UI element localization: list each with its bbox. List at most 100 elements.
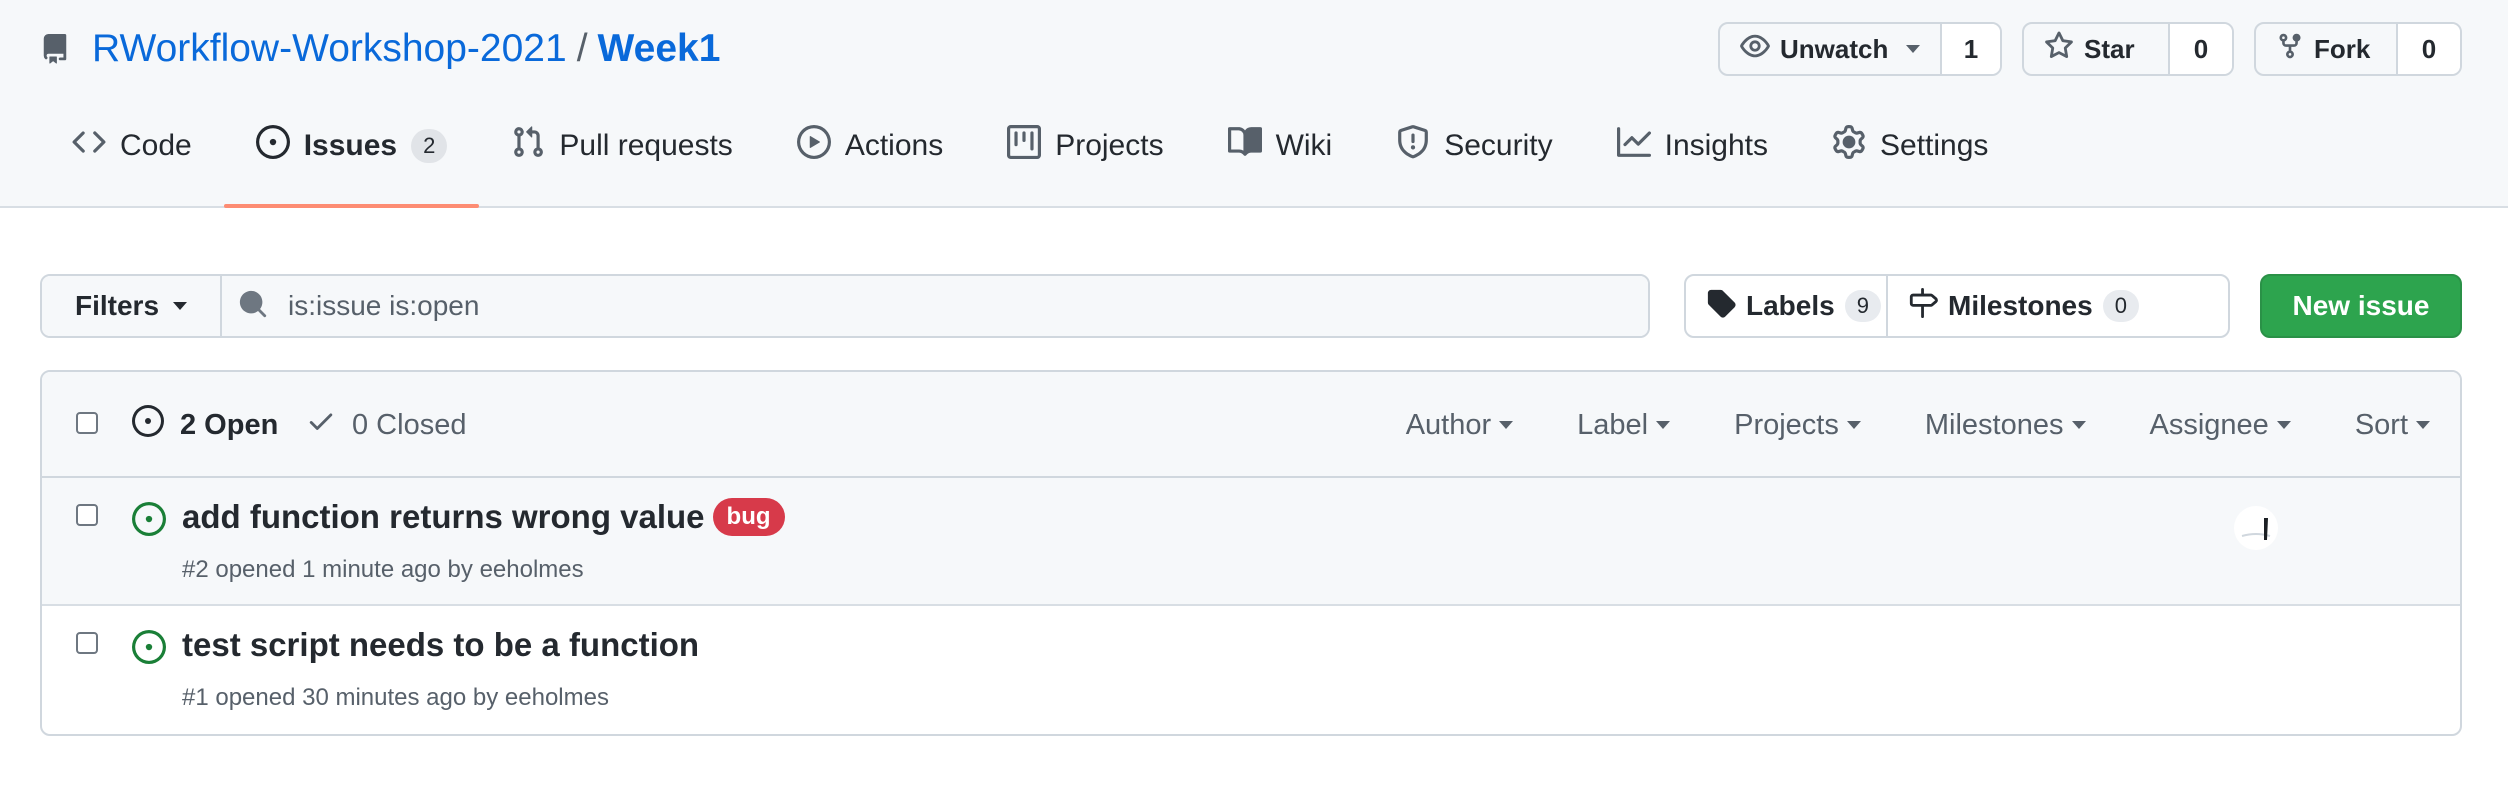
issue-checkbox[interactable]	[76, 632, 98, 654]
tab-settings[interactable]: Settings	[1800, 86, 2020, 206]
repo-header: RWorkflow-Workshop-2021 / Week1 Unwatch …	[0, 0, 2508, 208]
issue-title-row: add function returns wrong value bug	[182, 498, 785, 536]
new-issue-button[interactable]: New issue	[2260, 274, 2462, 338]
tab-label: Pull requests	[559, 129, 733, 162]
repo-title: RWorkflow-Workshop-2021 / Week1	[40, 20, 720, 78]
bug-label[interactable]: bug	[712, 498, 785, 536]
issue-open-icon	[132, 405, 164, 445]
repo-nav-tabs: Code Issues 2 Pull requests Actions Proj…	[40, 86, 2020, 208]
repo-separator: /	[576, 27, 588, 70]
watchers-count[interactable]: 1	[1942, 24, 2000, 74]
check-icon	[306, 406, 336, 444]
chevron-down-icon	[173, 302, 188, 310]
issues-filter-bar: Filters Labels 9 Milestones 0 New issue	[40, 274, 2462, 338]
assignee-filter[interactable]: Assignee	[2150, 409, 2291, 442]
issues-count-badge: 2	[411, 129, 448, 163]
label-filter[interactable]: Label	[1577, 408, 1671, 442]
tab-pull-requests[interactable]: Pull requests	[479, 86, 764, 206]
select-all-checkbox[interactable]	[76, 412, 98, 434]
unwatch-button[interactable]: Unwatch	[1720, 24, 1942, 74]
issue-open-icon	[255, 125, 290, 167]
labels-label: Labels	[1746, 290, 1835, 321]
eye-icon	[1740, 31, 1770, 68]
tab-code[interactable]: Code	[40, 86, 224, 206]
filters-dropdown-button[interactable]: Filters	[42, 276, 222, 336]
star-group: Star 0	[2022, 22, 2234, 76]
play-icon	[796, 125, 831, 167]
search-icon	[238, 289, 268, 324]
author-filter[interactable]: Author	[1405, 408, 1514, 442]
search-input[interactable]	[286, 289, 1490, 323]
filter-label: Author	[1405, 408, 1492, 441]
labels-button[interactable]: Labels 9	[1686, 276, 1886, 336]
code-icon	[72, 125, 106, 167]
filters-search-group: Filters	[40, 274, 1650, 338]
open-count-label: 2 Open	[180, 408, 279, 441]
issue-meta: #1 opened 30 minutes ago by eeholmes	[182, 684, 609, 711]
labels-count: 9	[1844, 290, 1881, 322]
gear-icon	[1832, 125, 1866, 167]
list-filters: Author Label Projects Milestones Assigne…	[1342, 372, 2430, 478]
chevron-down-icon	[1656, 421, 1671, 429]
star-icon	[2044, 30, 2074, 68]
closed-count-label: 0 Closed	[352, 408, 467, 441]
tab-projects[interactable]: Projects	[975, 86, 1195, 206]
assignee-avatar[interactable]	[2234, 506, 2278, 550]
pull-request-icon	[511, 125, 545, 167]
repo-owner-link[interactable]: RWorkflow-Workshop-2021	[92, 27, 567, 71]
sort-filter[interactable]: Sort	[2355, 409, 2430, 442]
tab-security[interactable]: Security	[1364, 86, 1584, 206]
issue-title-row: test script needs to be a function	[182, 626, 699, 664]
issue-open-icon	[132, 502, 166, 541]
book-icon	[1227, 125, 1262, 167]
tab-label: Actions	[844, 129, 944, 162]
milestones-label: Milestones	[1948, 290, 2093, 321]
forks-count[interactable]: 0	[2398, 24, 2460, 74]
issue-row: add function returns wrong value bug #2 …	[42, 478, 2460, 606]
issue-checkbox[interactable]	[76, 504, 98, 526]
open-issues-link[interactable]: 2 Open	[132, 372, 278, 478]
milestone-icon	[1908, 287, 1938, 325]
tab-label: Security	[1444, 129, 1553, 162]
tab-label: Insights	[1664, 129, 1768, 162]
repo-name-link[interactable]: Week1	[598, 27, 721, 71]
star-label: Star	[2084, 33, 2135, 64]
watch-group: Unwatch 1	[1718, 22, 2002, 76]
filters-label: Filters	[74, 290, 160, 321]
tab-insights[interactable]: Insights	[1585, 86, 1800, 206]
filter-label: Sort	[2354, 408, 2408, 441]
fork-icon	[2276, 31, 2304, 68]
fork-group: Fork 0	[2254, 22, 2462, 76]
projects-filter[interactable]: Projects	[1734, 409, 1861, 442]
issues-list: 2 Open 0 Closed Author Label Projects Mi…	[40, 370, 2462, 736]
stars-count[interactable]: 0	[2170, 24, 2232, 74]
filter-label: Assignee	[2149, 408, 2269, 441]
tab-wiki[interactable]: Wiki	[1196, 86, 1365, 206]
issue-title-link[interactable]: add function returns wrong value	[182, 498, 705, 536]
filter-label: Label	[1577, 408, 1649, 441]
issue-search	[222, 276, 1648, 336]
tab-label: Code	[120, 129, 192, 162]
milestones-filter[interactable]: Milestones	[1925, 409, 2086, 442]
issue-meta: #2 opened 1 minute ago by eeholmes	[182, 556, 584, 583]
chevron-down-icon	[2416, 421, 2430, 429]
closed-issues-link[interactable]: 0 Closed	[306, 372, 466, 478]
tab-label: Issues	[303, 129, 398, 162]
milestones-count: 0	[2102, 290, 2139, 322]
tag-icon	[1706, 288, 1736, 325]
star-button[interactable]: Star	[2024, 24, 2170, 74]
tab-label: Projects	[1055, 129, 1164, 162]
chevron-down-icon	[1846, 421, 1861, 429]
unwatch-label: Unwatch	[1780, 33, 1889, 64]
issue-title-link[interactable]: test script needs to be a function	[182, 626, 699, 664]
chevron-down-icon	[1499, 421, 1514, 429]
chevron-down-icon	[1906, 45, 1921, 53]
tab-issues[interactable]: Issues 2	[223, 86, 480, 208]
tab-actions[interactable]: Actions	[765, 86, 975, 206]
shield-icon	[1396, 125, 1430, 167]
milestones-button[interactable]: Milestones 0	[1886, 276, 2159, 336]
chevron-down-icon	[2276, 421, 2291, 429]
fork-button[interactable]: Fork	[2256, 24, 2398, 74]
fork-label: Fork	[2314, 33, 2371, 64]
graph-icon	[1616, 125, 1651, 167]
